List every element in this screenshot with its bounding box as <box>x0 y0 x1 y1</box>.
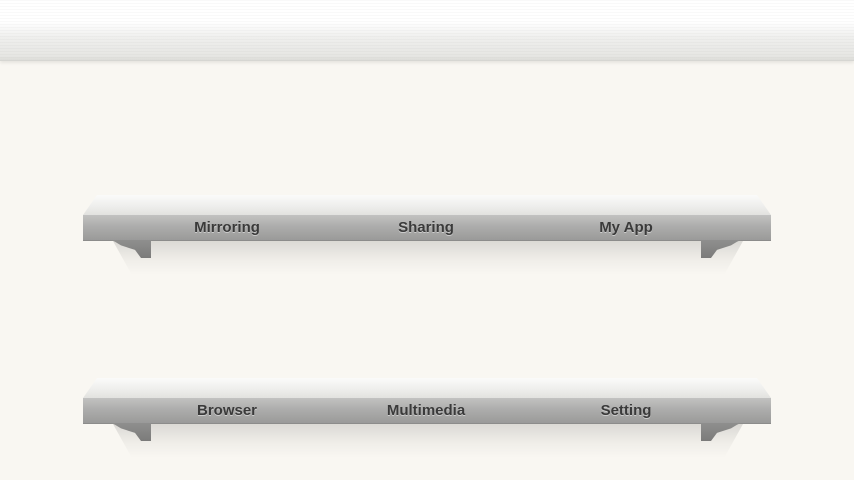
shelf-surface <box>83 195 771 215</box>
shelf-surface <box>83 378 771 398</box>
mirroring-button[interactable]: Mirroring <box>167 215 287 240</box>
shelf-shadow <box>113 241 743 275</box>
shelf-bottom-row: Browser Multimedia Setting <box>83 378 771 458</box>
multimedia-button[interactable]: Multimedia <box>366 398 486 423</box>
shelf-top-row: Mirroring Sharing My App <box>83 195 771 275</box>
sharing-button[interactable]: Sharing <box>366 215 486 240</box>
browser-button[interactable]: Browser <box>167 398 287 423</box>
my-app-button[interactable]: My App <box>566 215 686 240</box>
top-bar <box>0 0 854 61</box>
setting-button[interactable]: Setting <box>566 398 686 423</box>
home-screen: Mirroring Sharing My App Browser Multime… <box>0 0 854 480</box>
shelf-shadow <box>113 424 743 458</box>
